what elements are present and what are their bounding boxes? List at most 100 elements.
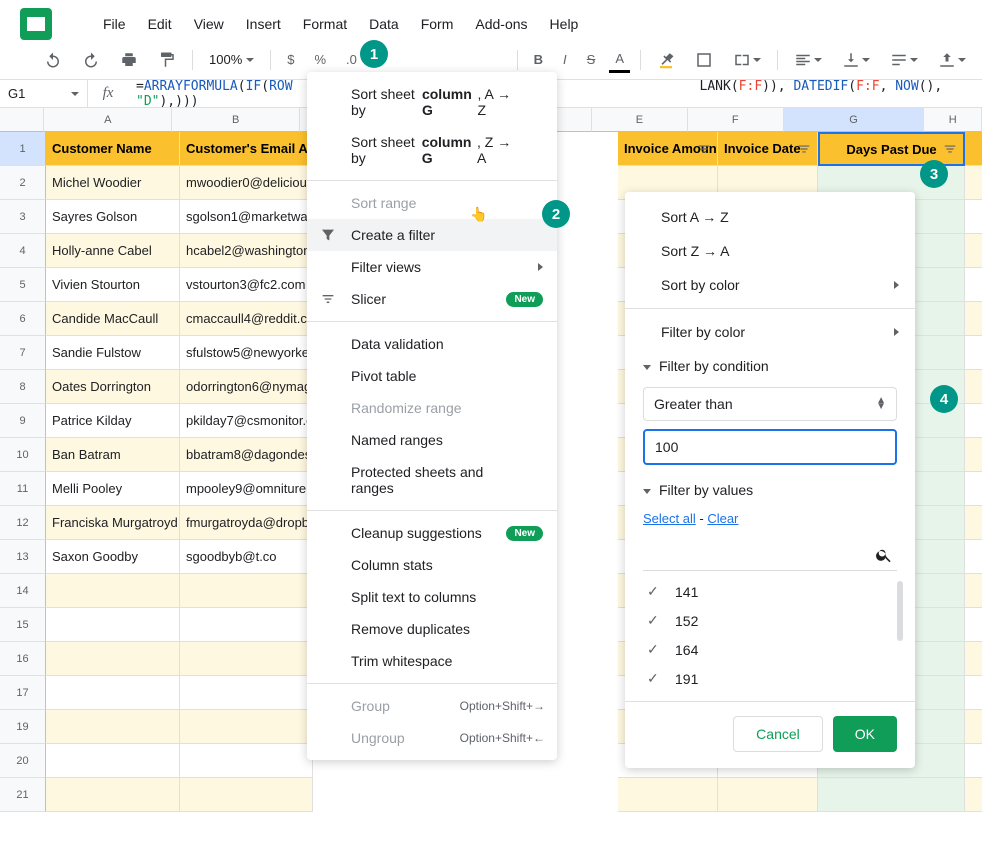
menubar-insert[interactable]: Insert [235,8,292,40]
col-header-B[interactable]: B [172,108,299,132]
cell[interactable]: sgolson1@marketwatch [180,200,313,234]
clear-link[interactable]: Clear [707,511,738,526]
col-header-H[interactable]: H [924,108,982,132]
cell[interactable] [180,676,313,710]
rotate-button[interactable] [932,47,972,73]
header-cell[interactable]: Days Past Due [818,132,965,166]
row-number[interactable]: 8 [0,370,46,404]
cell[interactable]: bbatram8@dagondes [180,438,313,472]
menu-create-filter[interactable]: Create a filter [307,219,557,251]
cell[interactable]: odorrington6@nymag [180,370,313,404]
cell[interactable]: fmurgatroyda@dropbox [180,506,313,540]
cell[interactable] [965,676,982,710]
filter-value-item[interactable]: ✓191 [643,664,907,693]
cell[interactable]: pkilday7@csmonitor.com [180,404,313,438]
menu-sort-asc[interactable]: Sort sheet by column G, A → Z [307,78,557,126]
cell[interactable] [965,200,982,234]
menu-slicer[interactable]: SlicerNew [307,283,557,315]
menubar-format[interactable]: Format [292,8,358,40]
filter-sort-za[interactable]: Sort Z → A [625,234,915,268]
cell[interactable] [46,574,180,608]
menubar-help[interactable]: Help [539,8,590,40]
row-number[interactable]: 9 [0,404,46,438]
scrollbar-thumb[interactable] [897,581,903,641]
row-number[interactable]: 21 [0,778,46,812]
cell[interactable]: Oates Dorrington [46,370,180,404]
cell[interactable] [965,336,982,370]
percent-button[interactable]: % [308,48,332,71]
row-number[interactable]: 10 [0,438,46,472]
row-number[interactable]: 12 [0,506,46,540]
menu-cleanup[interactable]: Cleanup suggestionsNew [307,517,557,549]
menubar-view[interactable]: View [183,8,235,40]
cell[interactable] [818,778,965,812]
filter-by-values-header[interactable]: Filter by values [625,473,915,507]
condition-value-input[interactable]: 100 [643,429,897,465]
menubar-form[interactable]: Form [410,8,465,40]
cell[interactable] [46,676,180,710]
cell[interactable] [965,472,982,506]
row-number[interactable]: 19 [0,710,46,744]
menubar-add-ons[interactable]: Add-ons [464,8,538,40]
header-cell[interactable]: Invoice Date [718,132,818,166]
bold-button[interactable]: B [528,48,549,71]
cell[interactable]: Vivien Stourton [46,268,180,302]
row-number[interactable]: 11 [0,472,46,506]
menu-sort-desc[interactable]: Sort sheet by column G, Z → A [307,126,557,174]
cell[interactable]: Candide MacCaull [46,302,180,336]
col-header-A[interactable]: A [44,108,172,132]
row-number[interactable]: 1 [0,132,46,166]
ok-button[interactable]: OK [833,716,897,752]
col-header-E[interactable]: E [592,108,688,132]
row-number[interactable]: 17 [0,676,46,710]
header-cell[interactable] [965,132,982,166]
cell[interactable] [965,268,982,302]
cell[interactable] [965,370,982,404]
text-color-button[interactable]: A [609,47,630,73]
fill-color-button[interactable] [651,47,681,73]
select-all-link[interactable]: Select all [643,511,696,526]
cell[interactable] [46,710,180,744]
menu-pivot[interactable]: Pivot table [307,360,557,392]
wrap-button[interactable] [884,47,924,73]
cell[interactable] [718,778,818,812]
filter-value-item[interactable]: ✓164 [643,635,907,664]
cell[interactable]: mpooley9@omniture [180,472,313,506]
cell[interactable] [965,166,982,200]
cell[interactable]: sgoodbyb@t.co [180,540,313,574]
menu-protected[interactable]: Protected sheets and ranges [307,456,557,504]
cell[interactable]: Ban Batram [46,438,180,472]
cell[interactable] [965,506,982,540]
cell[interactable] [965,234,982,268]
header-cell[interactable]: Customer's Email Address [180,132,313,166]
cell[interactable]: Sayres Golson [46,200,180,234]
cell[interactable] [965,608,982,642]
row-number[interactable]: 20 [0,744,46,778]
row-number[interactable]: 14 [0,574,46,608]
filter-by-color[interactable]: Filter by color [625,315,915,349]
menubar-data[interactable]: Data [358,8,410,40]
redo-button[interactable] [76,47,106,73]
filter-by-condition-header[interactable]: Filter by condition [625,349,915,383]
cell[interactable] [965,710,982,744]
cell[interactable] [46,744,180,778]
row-number[interactable]: 5 [0,268,46,302]
cell[interactable]: Michel Woodier [46,166,180,200]
row-number[interactable]: 13 [0,540,46,574]
cell[interactable] [180,642,313,676]
merge-button[interactable] [727,47,767,73]
cell[interactable]: Saxon Goodby [46,540,180,574]
condition-select[interactable]: Greater than▲▼ [643,387,897,421]
strikethrough-button[interactable]: S [581,48,602,71]
filter-value-item[interactable]: ✓141 [643,577,907,606]
select-all-corner[interactable] [0,108,44,132]
col-header-G[interactable]: G [784,108,925,132]
cell[interactable] [46,778,180,812]
filter-search-input[interactable] [643,540,897,571]
menu-named-ranges[interactable]: Named ranges [307,424,557,456]
cell[interactable]: hcabel2@washington [180,234,313,268]
paint-format-button[interactable] [152,47,182,73]
menu-dedupe[interactable]: Remove duplicates [307,613,557,645]
cell[interactable] [965,404,982,438]
header-cell[interactable]: Invoice Amount [618,132,718,166]
